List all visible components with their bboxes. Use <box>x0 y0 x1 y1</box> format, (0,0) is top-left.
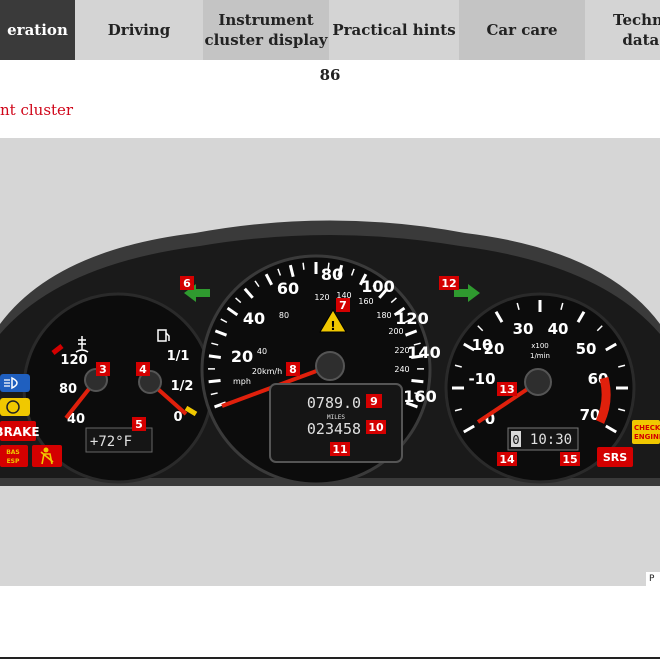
bottom-rule <box>0 657 660 659</box>
tab-driving[interactable]: Driving <box>75 0 203 60</box>
speed-needle-hub <box>315 351 345 381</box>
clock-indicator-digit: 0 <box>512 433 519 447</box>
callout-5-label: 5 <box>135 418 143 431</box>
page-number: 86 <box>319 66 341 84</box>
brake-warning-text: BRAKE <box>0 425 40 439</box>
rpm-label-40: 40 <box>548 320 569 338</box>
callout-4-label: 4 <box>139 363 147 376</box>
bas-warning-text: BAS <box>6 449 20 456</box>
srs-warning-text: SRS <box>603 451 627 464</box>
rpm-unit-bottom: 1/min <box>530 352 550 360</box>
check-engine-text-2: ENGINE <box>634 433 660 441</box>
instrument-cluster-illustration: 20 40 60 80 100 120 140 160 40 80 120 14… <box>0 220 660 486</box>
kmh-label-240: 240 <box>394 365 409 374</box>
callout-14-label: 14 <box>499 453 515 466</box>
speed-label-40: 40 <box>243 309 265 328</box>
tab-technical-data[interactable]: Techni data <box>585 0 660 60</box>
tab-operation[interactable]: eration <box>0 0 75 60</box>
callout-11-label: 11 <box>332 443 347 456</box>
speed-label-160: 160 <box>403 387 436 406</box>
speed-tick-mark <box>208 354 222 359</box>
rpm-label-30: 30 <box>513 320 534 338</box>
callout-12-label: 12 <box>441 277 456 290</box>
callout-8-label: 8 <box>289 363 297 376</box>
tab-practical-hints[interactable]: Practical hints <box>329 0 459 60</box>
section-title: nt cluster <box>0 101 74 119</box>
kmh-label-200: 200 <box>388 327 403 336</box>
rpm-label-20: 20 <box>484 340 505 358</box>
kmh-label-40: 40 <box>257 347 267 356</box>
speed-tick-mark <box>411 378 424 384</box>
callout-6-label: 6 <box>183 277 191 290</box>
callout-7-label: 7 <box>339 299 347 312</box>
outside-temp-value: +72°F <box>90 434 132 450</box>
kmh-unit-label: 20km/h <box>252 367 282 376</box>
rpm-unit-top: x100 <box>531 342 549 350</box>
rpm-label-70: 70 <box>580 406 601 424</box>
kmh-label-180: 180 <box>376 311 391 320</box>
callout-10-label: 10 <box>368 421 384 434</box>
headlamp-warning-icon <box>0 374 30 392</box>
total-odometer: 023458 <box>307 420 361 438</box>
figure-code: P <box>646 572 660 586</box>
tab-instrument-cluster-display[interactable]: Instrument cluster display <box>203 0 329 60</box>
seatbelt-warning-icon <box>32 445 62 467</box>
kmh-label-80: 80 <box>279 311 289 320</box>
trip-odometer: 0789.0 <box>307 394 361 412</box>
speed-tick-mark <box>208 378 221 384</box>
kmh-label-220: 220 <box>394 346 409 355</box>
temp-label-80: 80 <box>59 382 77 397</box>
mph-unit-label: mph <box>233 377 251 386</box>
tab-car-care[interactable]: Car care <box>459 0 585 60</box>
speed-tick-mark <box>302 262 305 270</box>
fuel-label-full: 1/1 <box>167 349 190 364</box>
callout-9-label: 9 <box>370 395 378 408</box>
speed-label-120: 120 <box>395 309 428 328</box>
chapter-tabs: eration Driving Instrument cluster displ… <box>0 0 660 60</box>
kmh-label-160: 160 <box>358 297 373 306</box>
speed-label-80: 80 <box>321 265 343 284</box>
check-engine-text-1: CHECK <box>634 424 660 432</box>
speed-label-20: 20 <box>231 347 253 366</box>
esp-warning-text: ESP <box>7 458 20 465</box>
callout-15-label: 15 <box>562 453 577 466</box>
callout-13-label: 13 <box>499 383 514 396</box>
temp-label-120: 120 <box>60 353 87 368</box>
warning-triangle-exclamation: ! <box>330 319 335 333</box>
speed-label-140: 140 <box>407 343 440 362</box>
speed-label-100: 100 <box>361 277 394 296</box>
speed-label-60: 60 <box>277 279 299 298</box>
clock-time: 10:30 <box>530 432 572 448</box>
callout-3-label: 3 <box>99 363 107 376</box>
instrument-cluster-figure: 20 40 60 80 100 120 140 160 40 80 120 14… <box>0 138 660 586</box>
fuel-label-half: 1/2 <box>171 379 194 394</box>
rpm-needle-hub <box>524 368 552 396</box>
pads-warning-icon <box>0 398 30 416</box>
kmh-label-120: 120 <box>314 293 329 302</box>
rpm-label-50: 50 <box>576 340 597 358</box>
rpm-label-minus10: -10 <box>468 370 495 388</box>
